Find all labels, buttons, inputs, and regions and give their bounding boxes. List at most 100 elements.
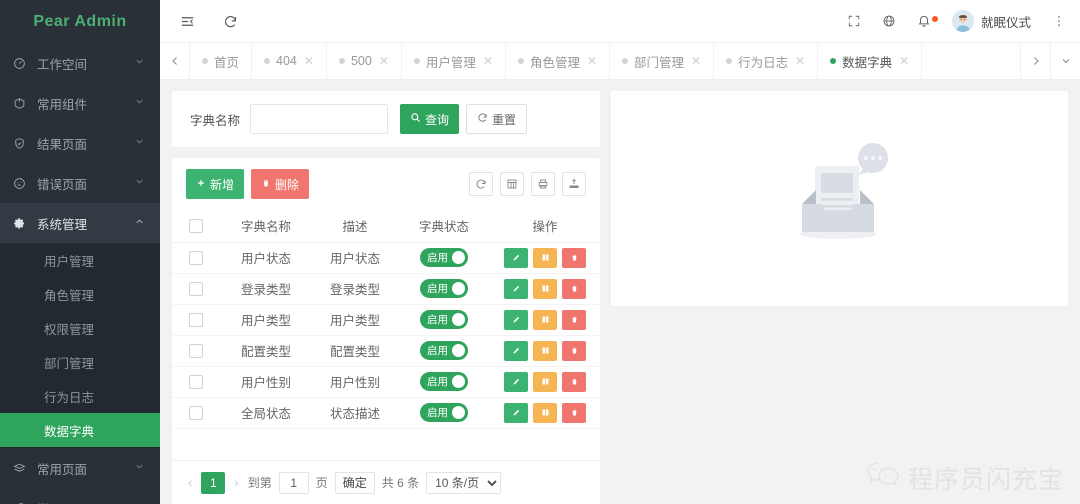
globe-icon[interactable] xyxy=(882,14,896,28)
sidebar-item-data-dictionary[interactable]: 数据字典 xyxy=(0,413,160,447)
prev-page-button[interactable]: ‹ xyxy=(186,475,194,490)
edit-row-button[interactable] xyxy=(504,402,528,423)
row-checkbox[interactable] xyxy=(189,374,203,389)
reset-button[interactable]: 重置 xyxy=(466,104,528,134)
status-toggle[interactable]: 启用 xyxy=(420,403,468,422)
tab-500[interactable]: 500 ✕ xyxy=(327,43,402,79)
tab-label: 500 xyxy=(350,54,372,68)
table-row[interactable]: 用户性别 用户性别 启用 xyxy=(172,366,600,398)
goto-confirm-button[interactable]: 确定 xyxy=(334,471,375,494)
detail-row-button[interactable] xyxy=(533,247,557,268)
bell-icon[interactable] xyxy=(917,14,938,28)
tab-department-management[interactable]: 部门管理 ✕ xyxy=(610,43,715,79)
delete-row-button[interactable] xyxy=(562,371,586,392)
table-body: 用户状态 用户状态 启用 登录类型 登录类型 启用 用户类型 用户类型 启用 配… xyxy=(172,242,600,429)
tab-role-management[interactable]: 角色管理 ✕ xyxy=(506,43,611,79)
sidebar-item-permission-management[interactable]: 权限管理 xyxy=(0,311,160,345)
search-icon xyxy=(410,112,421,126)
sidebar-item-user-management[interactable]: 用户管理 xyxy=(0,243,160,277)
select-all-checkbox[interactable] xyxy=(189,219,203,234)
sidebar-item-department-management[interactable]: 部门管理 xyxy=(0,345,160,379)
page-size-select[interactable]: 10 条/页 xyxy=(426,471,502,494)
detail-row-button[interactable] xyxy=(533,371,557,392)
table-row[interactable]: 全局状态 状态描述 启用 xyxy=(172,397,600,429)
tab-close-icon[interactable]: ✕ xyxy=(691,55,701,67)
delete-row-button[interactable] xyxy=(562,309,586,330)
avatar[interactable] xyxy=(951,10,974,32)
delete-row-button[interactable] xyxy=(562,247,586,268)
table-export-icon[interactable] xyxy=(562,172,586,196)
app-root: Pear Admin 工作空间 常用组件 结果页面 错误页面 系统管理 用户管理… xyxy=(0,0,1080,504)
tab-scroll-left-button[interactable] xyxy=(160,43,190,79)
table-row[interactable]: 用户状态 用户状态 启用 xyxy=(172,242,600,274)
tab-close-icon[interactable]: ✕ xyxy=(379,55,389,67)
status-toggle[interactable]: 启用 xyxy=(420,248,468,267)
sidebar-item-common-pages[interactable]: 常用页面 xyxy=(0,448,160,488)
sidebar-item-result-pages[interactable]: 结果页面 xyxy=(0,123,160,163)
user-menu[interactable]: 就眠仪式 xyxy=(951,10,1031,32)
delete-row-button[interactable] xyxy=(562,278,586,299)
delete-button[interactable]: 删除 xyxy=(251,169,310,199)
tab-close-icon[interactable]: ✕ xyxy=(304,55,314,67)
refresh-icon[interactable] xyxy=(223,14,238,29)
table-columns-icon[interactable] xyxy=(500,172,524,196)
page-number-1[interactable]: 1 xyxy=(201,471,226,494)
add-button[interactable]: 新增 xyxy=(186,169,245,199)
search-input[interactable] xyxy=(250,104,389,134)
tab-dropdown-button[interactable] xyxy=(1050,43,1080,79)
edit-row-button[interactable] xyxy=(504,309,528,330)
chevron-down-icon xyxy=(134,96,146,110)
query-button[interactable]: 查询 xyxy=(400,104,460,134)
table-print-icon[interactable] xyxy=(531,172,555,196)
table-row[interactable]: 配置类型 配置类型 启用 xyxy=(172,335,600,367)
tab-close-icon[interactable]: ✕ xyxy=(795,55,805,67)
sidebar-item-common-pages-2[interactable]: 常用页面 xyxy=(0,488,160,504)
detail-row-button[interactable] xyxy=(533,402,557,423)
status-toggle[interactable]: 启用 xyxy=(420,372,468,391)
goto-page-input[interactable] xyxy=(278,471,309,494)
sidebar-item-error-pages[interactable]: 错误页面 xyxy=(0,163,160,203)
table-row[interactable]: 登录类型 登录类型 启用 xyxy=(172,273,600,305)
fullscreen-icon[interactable] xyxy=(847,14,861,28)
table-refresh-icon[interactable] xyxy=(469,172,493,196)
topbar: 就眠仪式 xyxy=(160,0,1080,43)
delete-row-button[interactable] xyxy=(562,340,586,361)
tab-close-icon[interactable]: ✕ xyxy=(899,55,909,67)
sidebar-item-role-management[interactable]: 角色管理 xyxy=(0,277,160,311)
status-toggle[interactable]: 启用 xyxy=(420,310,468,329)
row-checkbox[interactable] xyxy=(189,343,203,358)
row-checkbox[interactable] xyxy=(189,250,203,265)
status-toggle-label: 启用 xyxy=(427,283,448,295)
edit-row-button[interactable] xyxy=(504,340,528,361)
tab-home[interactable]: 首页 xyxy=(190,43,253,79)
sidebar-item-workspace[interactable]: 工作空间 xyxy=(0,43,160,83)
tab-scroll-right-button[interactable] xyxy=(1020,43,1050,79)
next-page-button[interactable]: › xyxy=(232,475,240,490)
tab-user-management[interactable]: 用户管理 ✕ xyxy=(402,43,506,79)
status-toggle[interactable]: 启用 xyxy=(420,341,468,360)
status-toggle[interactable]: 启用 xyxy=(420,279,468,298)
table-row[interactable]: 用户类型 用户类型 启用 xyxy=(172,304,600,336)
edit-row-button[interactable] xyxy=(504,278,528,299)
row-checkbox[interactable] xyxy=(189,312,203,327)
tab-close-icon[interactable]: ✕ xyxy=(483,55,493,67)
more-vertical-icon[interactable] xyxy=(1052,14,1066,28)
row-checkbox[interactable] xyxy=(189,281,203,296)
edit-row-button[interactable] xyxy=(504,371,528,392)
sidebar-item-system[interactable]: 系统管理 xyxy=(0,203,160,243)
detail-row-button[interactable] xyxy=(533,340,557,361)
tab-404[interactable]: 404 ✕ xyxy=(252,43,327,79)
menu-fold-icon[interactable] xyxy=(180,14,195,29)
tab-strip: 首页 404 ✕ 500 ✕ 用户管理 ✕ 角色管理 ✕ 部门管理 ✕ 行为日志… xyxy=(160,43,1080,80)
edit-row-button[interactable] xyxy=(504,247,528,268)
sidebar-item-components[interactable]: 常用组件 xyxy=(0,83,160,123)
toggle-knob xyxy=(452,282,465,295)
delete-row-button[interactable] xyxy=(562,402,586,423)
detail-row-button[interactable] xyxy=(533,309,557,330)
tab-action-log[interactable]: 行为日志 ✕ xyxy=(714,43,819,79)
sidebar-item-action-log[interactable]: 行为日志 xyxy=(0,379,160,413)
tab-data-dictionary[interactable]: 数据字典 ✕ xyxy=(818,43,923,79)
row-checkbox[interactable] xyxy=(189,405,203,420)
tab-close-icon[interactable]: ✕ xyxy=(587,55,597,67)
detail-row-button[interactable] xyxy=(533,278,557,299)
